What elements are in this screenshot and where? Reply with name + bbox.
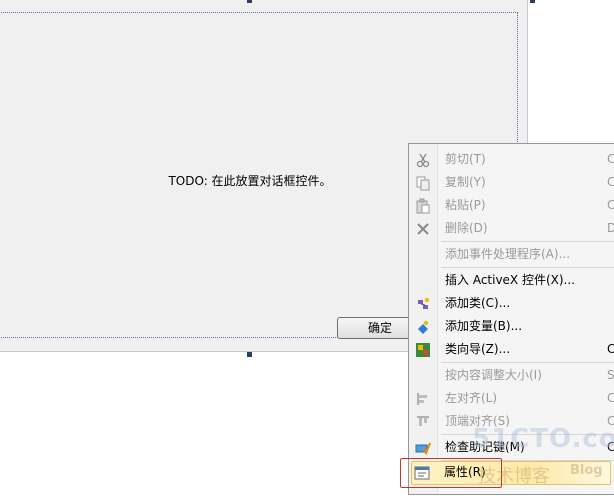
properties-annotation-box (400, 458, 502, 488)
menu-separator (441, 362, 614, 363)
resize-handle-top[interactable] (247, 0, 252, 3)
menu-item-add-variable[interactable]: 添加变量(B)... (409, 315, 614, 338)
menu-item-shortcut: S (607, 368, 614, 382)
menu-item-add-event-handler[interactable]: 添加事件处理程序(A)... (409, 243, 614, 266)
paste-icon (416, 198, 430, 214)
align-left-icon (417, 393, 427, 405)
menu-item-shortcut: C (607, 391, 614, 405)
menu-item-label: 左对齐(L) (445, 391, 498, 405)
menu-item-add-class[interactable]: 添加类(C)... (409, 292, 614, 315)
menu-item-copy[interactable]: 复制(Y) C (409, 171, 614, 194)
resize-handle-bottom[interactable] (247, 352, 252, 357)
menu-item-label: 删除(D) (445, 221, 488, 235)
scissors-icon (416, 153, 430, 168)
menu-item-label: 剪切(T) (445, 152, 486, 166)
menu-item-label: 插入 ActiveX 控件(X)... (445, 273, 575, 287)
menu-item-label: 复制(Y) (445, 175, 486, 189)
menu-item-label: 添加事件处理程序(A)... (445, 247, 571, 261)
delete-x-icon (417, 223, 429, 235)
menu-item-label: 添加变量(B)... (445, 319, 523, 333)
menu-item-delete[interactable]: 删除(D) D (409, 217, 614, 240)
add-class-icon (418, 297, 430, 309)
resize-handle-top-right[interactable] (530, 0, 535, 3)
menu-item-label: 类向导(Z)... (445, 342, 511, 356)
menu-separator (441, 267, 614, 268)
menu-item-class-wizard[interactable]: 类向导(Z)... C (409, 338, 614, 361)
menu-separator (441, 241, 614, 242)
menu-item-label: 添加类(C)... (445, 296, 511, 310)
menu-item-shortcut: C (607, 152, 614, 166)
watermark-blog-text: Blog (570, 463, 603, 478)
class-wizard-icon (416, 343, 430, 357)
watermark-site-text: 51CTO.com (472, 424, 614, 454)
align-top-icon (417, 416, 429, 426)
check-mnemonics-icon (415, 442, 431, 456)
menu-item-cut[interactable]: 剪切(T) C (409, 148, 614, 171)
add-variable-icon (418, 320, 429, 334)
menu-item-label: 粘贴(P) (445, 198, 486, 212)
menu-item-size-to-content[interactable]: 按内容调整大小(I) S (409, 364, 614, 387)
menu-item-shortcut: C (607, 175, 614, 189)
copy-icon (416, 176, 430, 191)
menu-item-shortcut: D (607, 221, 614, 235)
menu-item-label: 按内容调整大小(I) (445, 368, 542, 382)
menu-item-paste[interactable]: 粘贴(P) C (409, 194, 614, 217)
menu-item-align-left[interactable]: 左对齐(L) C (409, 387, 614, 410)
menu-item-shortcut: C (607, 198, 614, 212)
menu-item-shortcut: C (607, 342, 614, 356)
menu-item-insert-activex[interactable]: 插入 ActiveX 控件(X)... (409, 269, 614, 292)
